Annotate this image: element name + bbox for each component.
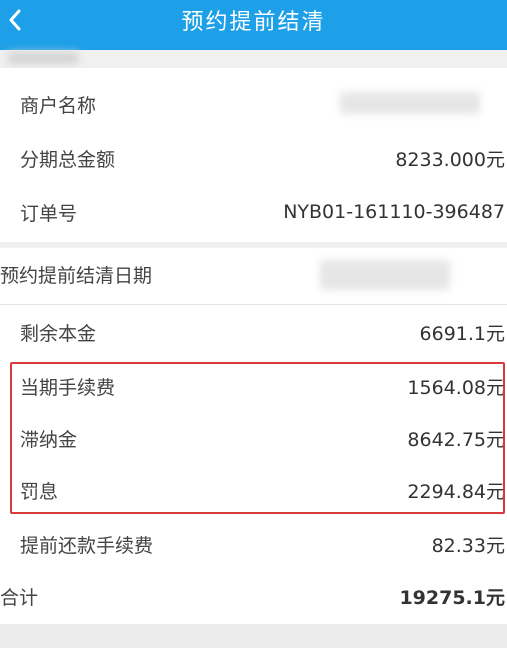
total-row: 合计 19275.1元 [0,576,507,616]
order-number-value: NYB01-161110-396487 [283,201,505,223]
installment-total-label: 分期总金额 [20,148,116,171]
remaining-principal-value: 6691.1元 [419,322,505,345]
merchant-label: 商户名称 [20,94,97,117]
bottom-strip [0,624,507,648]
highlight-box [10,362,505,514]
remaining-principal-label: 剩余本金 [20,322,97,345]
order-number-row: 订单号 NYB01-161110-396487 [0,192,507,232]
remaining-principal-row: 剩余本金 6691.1元 [0,312,507,352]
back-button[interactable] [0,0,30,40]
chevron-left-icon [9,9,21,31]
merchant-row: 商户名称 [0,84,507,124]
scrolled-partial-row [0,50,507,68]
settle-date-label: 预约提前结清日期 [0,264,153,287]
installment-total-row: 分期总金额 8233.000元 [0,138,507,178]
page-title: 预约提前结清 [181,10,326,35]
prepay-fee-row: 提前还款手续费 82.33元 [0,524,507,564]
settle-date-redacted [320,260,450,290]
order-info-section: 商户名称 分期总金额 8233.000元 订单号 NYB01-161110-39… [0,68,507,242]
divider [0,304,507,305]
prepay-fee-value: 82.33元 [431,534,505,557]
order-number-label: 订单号 [20,202,78,225]
total-label: 合计 [0,586,39,609]
total-value: 19275.1元 [399,586,505,609]
prepay-fee-label: 提前还款手续费 [20,534,154,557]
merchant-name-redacted [340,92,480,114]
partial-text-blur [8,52,78,64]
top-nav-bar: 预约提前结清 [0,0,507,50]
settle-date-row[interactable]: 预约提前结清日期 [0,254,507,294]
installment-total-value: 8233.000元 [395,148,505,171]
